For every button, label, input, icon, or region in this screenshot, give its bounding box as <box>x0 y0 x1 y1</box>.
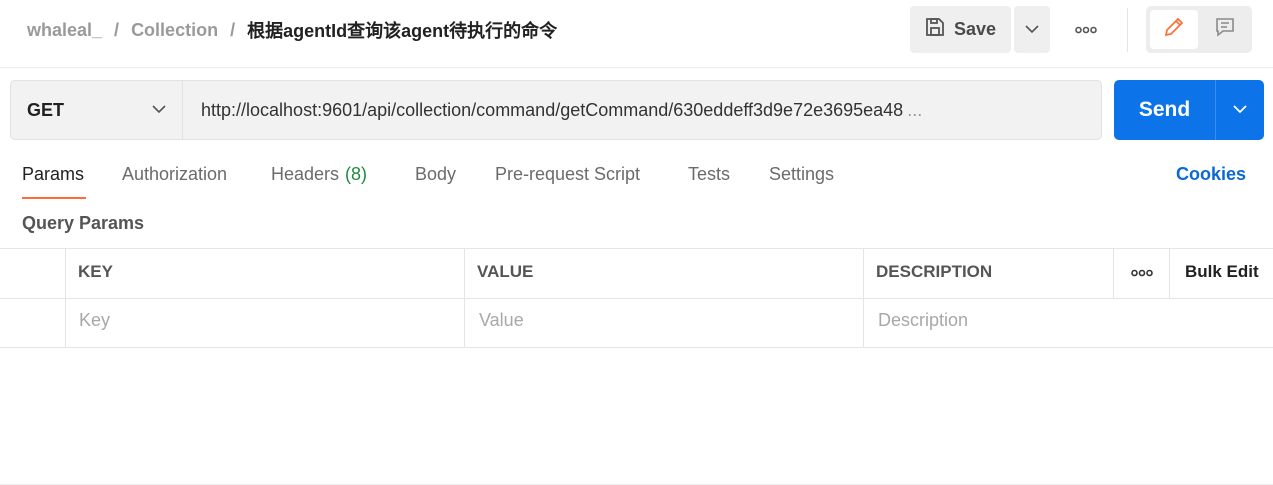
column-header-value: VALUE <box>477 262 534 281</box>
breadcrumb-workspace[interactable]: whaleal_ <box>27 20 102 41</box>
tab-pre-request-script[interactable]: Pre-request Script <box>495 164 640 185</box>
breadcrumb-collection[interactable]: Collection <box>131 20 218 41</box>
table-border <box>0 298 1273 299</box>
column-header-key: KEY <box>78 262 113 281</box>
more-dots-icon <box>1075 21 1097 39</box>
save-button[interactable]: Save <box>910 6 1011 53</box>
send-button[interactable]: Send <box>1114 80 1215 140</box>
breadcrumb-separator: / <box>230 19 236 40</box>
tab-body[interactable]: Body <box>415 164 456 185</box>
edit-mode-button[interactable] <box>1150 10 1198 49</box>
url-text: http://localhost:9601/api/collection/com… <box>201 99 904 120</box>
breadcrumb: whaleal_ / Collection / 根据agentId查询该agen… <box>27 18 557 42</box>
cookies-link[interactable]: Cookies <box>1176 164 1246 185</box>
tab-params[interactable]: Params <box>22 164 84 185</box>
request-name[interactable]: 根据agentId查询该agent待执行的命令 <box>247 17 557 43</box>
tab-settings[interactable]: Settings <box>769 164 834 185</box>
table-border <box>0 347 1273 348</box>
breadcrumb-separator: / <box>114 19 120 40</box>
method-label: GET <box>27 99 65 120</box>
tab-authorization[interactable]: Authorization <box>122 164 227 185</box>
chevron-down-icon <box>1025 21 1039 39</box>
tab-tests[interactable]: Tests <box>688 164 730 185</box>
table-border <box>0 248 1273 249</box>
divider <box>1127 8 1128 52</box>
query-params-title: Query Params <box>22 213 145 233</box>
key-input[interactable]: Key <box>79 310 110 331</box>
save-label: Save <box>954 19 997 39</box>
url-bar: GET http://localhost:9601/api/collection… <box>10 80 1102 140</box>
save-disk-icon <box>924 16 946 43</box>
column-divider <box>863 248 864 348</box>
request-tabs: Params Authorization Headers (8) Body Pre… <box>0 160 1273 202</box>
send-button-group: Send <box>1114 80 1264 140</box>
chevron-down-icon <box>1233 101 1247 119</box>
comments-button[interactable] <box>1202 10 1248 49</box>
column-header-description: DESCRIPTION <box>876 262 993 281</box>
bulk-edit-button[interactable]: Bulk Edit <box>1185 262 1259 282</box>
column-divider <box>65 248 66 348</box>
headers-count: (8) <box>345 164 368 184</box>
more-actions-button[interactable] <box>1066 6 1106 53</box>
active-tab-indicator <box>22 197 86 199</box>
more-dots-icon <box>1131 264 1153 282</box>
description-input[interactable]: Description <box>878 310 968 331</box>
params-table: KEY VALUE DESCRIPTION Bulk Edit Key Valu… <box>0 248 1273 348</box>
tab-headers-label: Headers <box>271 164 340 184</box>
url-input[interactable]: http://localhost:9601/api/collection/com… <box>201 81 922 139</box>
save-options-button[interactable] <box>1014 6 1050 53</box>
send-options-button[interactable] <box>1216 80 1264 140</box>
view-toggle <box>1146 6 1252 53</box>
tab-headers[interactable]: Headers (8) <box>271 164 367 185</box>
value-input[interactable]: Value <box>479 310 524 331</box>
comment-icon <box>1214 16 1236 43</box>
request-header: whaleal_ / Collection / 根据agentId查询该agen… <box>0 0 1273 68</box>
pencil-icon <box>1163 16 1185 43</box>
url-ellipsis: ... <box>907 99 923 120</box>
chevron-down-icon <box>152 101 166 119</box>
column-options-button[interactable] <box>1114 248 1170 298</box>
column-divider <box>464 248 465 348</box>
method-select[interactable]: GET <box>11 81 183 139</box>
